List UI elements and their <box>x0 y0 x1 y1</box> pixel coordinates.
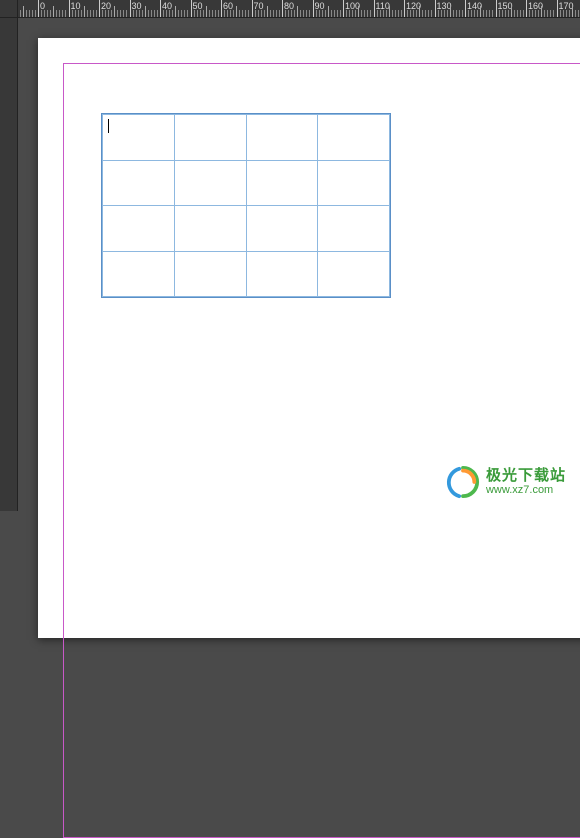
table-cell[interactable] <box>318 160 390 206</box>
table-cell[interactable] <box>246 115 318 161</box>
table-cell[interactable] <box>318 251 390 297</box>
watermark-text: 极光下载站 www.xz7.com <box>486 468 566 497</box>
table-frame[interactable] <box>101 113 391 298</box>
watermark-logo-icon <box>446 465 480 499</box>
watermark: 极光下载站 www.xz7.com <box>446 465 566 499</box>
table-cell[interactable] <box>174 160 246 206</box>
ruler-corner[interactable] <box>0 0 18 18</box>
table-row <box>103 115 390 161</box>
table-grid[interactable] <box>102 114 390 297</box>
table-cell[interactable] <box>174 115 246 161</box>
canvas-area[interactable] <box>18 18 580 511</box>
vertical-ruler[interactable] <box>0 18 18 511</box>
table-cell[interactable] <box>103 251 175 297</box>
table-cell[interactable] <box>103 160 175 206</box>
table-row <box>103 251 390 297</box>
horizontal-ruler[interactable]: 0102030405060708090100110120130140150160… <box>18 0 580 18</box>
table-cell[interactable] <box>103 206 175 252</box>
watermark-title: 极光下载站 <box>486 468 566 485</box>
table-row <box>103 160 390 206</box>
table-cell[interactable] <box>318 115 390 161</box>
document-page[interactable] <box>38 38 580 638</box>
table-cell[interactable] <box>246 251 318 297</box>
table-row <box>103 206 390 252</box>
table-cell[interactable] <box>318 206 390 252</box>
watermark-url: www.xz7.com <box>486 484 566 496</box>
text-cursor-icon <box>108 119 109 133</box>
table-cell[interactable] <box>174 251 246 297</box>
table-cell[interactable] <box>174 206 246 252</box>
table-cell[interactable] <box>103 115 175 161</box>
table-cell[interactable] <box>246 160 318 206</box>
table-cell[interactable] <box>246 206 318 252</box>
